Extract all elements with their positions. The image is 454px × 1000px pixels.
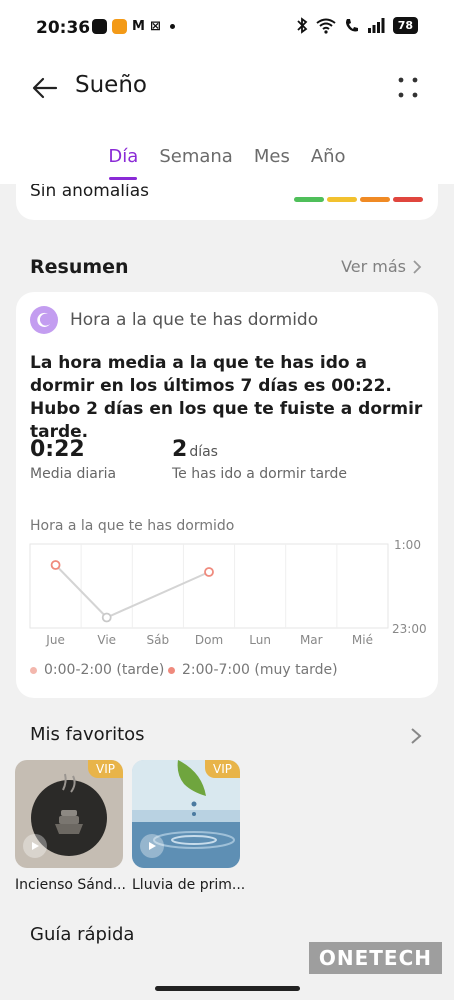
x-tick-label: Lun: [249, 633, 271, 647]
average-label: Media diaria: [30, 466, 117, 482]
data-point: [204, 567, 214, 577]
anomalies-card: Sin anomalías: [16, 184, 438, 220]
legend-late-label: 0:00-2:00 (tarde): [44, 662, 165, 678]
x-tick-label: Dom: [195, 633, 223, 647]
more-options-icon[interactable]: [394, 74, 422, 102]
status-indicators: 78: [296, 17, 418, 34]
x-tick-label: Vie: [97, 633, 116, 647]
data-point: [101, 612, 112, 623]
severity-bar-orange: [360, 197, 390, 202]
battery-icon: 78: [392, 17, 418, 34]
data-point: [50, 560, 61, 570]
x-tick-label: Sáb: [147, 633, 170, 647]
severity-bar-green: [294, 197, 324, 202]
call-icon: [345, 18, 358, 31]
favorite-rain-name[interactable]: Lluvia de prim...: [132, 877, 250, 893]
favorite-incense-tile[interactable]: VIP: [15, 760, 123, 868]
outlook-icon: ⊠: [149, 19, 161, 34]
x-tick-label: Mié: [352, 633, 373, 647]
chart-frame: [29, 543, 389, 629]
app-notification-icon: [112, 19, 127, 34]
vip-badge: VIP: [88, 760, 123, 778]
legend-very-late-dot: [168, 666, 175, 674]
tab-dia[interactable]: Día: [108, 146, 138, 172]
y-tick-label: 23:00: [392, 622, 427, 636]
legend-late: 0:00-2:00 (tarde): [30, 662, 164, 678]
scroll-content[interactable]: Sin anomalías Resumen Ver más Hora a la …: [0, 184, 454, 980]
watermark-logo: ONETECH: [308, 942, 442, 974]
legend-late-dot: [30, 666, 37, 674]
app-notification-icon: [92, 19, 107, 34]
more-notifications-icon: [169, 24, 175, 29]
late-days-value: 2: [172, 437, 188, 462]
see-more-link[interactable]: Ver más: [341, 257, 422, 276]
favorites-chevron-icon[interactable]: [408, 726, 424, 746]
x-tick-label: Jue: [45, 633, 65, 647]
status-bar: 20:36 M ⊠ 78: [0, 0, 454, 58]
favorite-rain-tile[interactable]: VIP: [132, 760, 240, 868]
status-time: 20:36: [36, 18, 91, 38]
page-title: Sueño: [75, 72, 147, 98]
play-icon[interactable]: [140, 834, 164, 858]
app-bar: Sueño: [0, 58, 454, 118]
period-tabs: Día Semana Mes Año: [0, 118, 454, 184]
quick-guide-heading: Guía rápida: [30, 924, 135, 945]
signal-icon: [367, 18, 385, 33]
legend-very-late: 2:00-7:00 (muy tarde): [168, 662, 338, 678]
legend-very-late-label: 2:00-7:00 (muy tarde): [182, 662, 338, 678]
severity-bar-yellow: [327, 197, 357, 202]
bedtime-card[interactable]: Hora a la que te has dormido La hora med…: [16, 292, 438, 698]
play-icon[interactable]: [23, 834, 47, 858]
tab-semana[interactable]: Semana: [159, 146, 233, 172]
bedtime-chart: 1:00 23:00 Jue Vie Sáb Dom Lun Mar Mié: [29, 538, 427, 647]
bluetooth-icon: [297, 17, 308, 34]
summary-heading: Resumen: [30, 256, 129, 278]
late-days-label: Te has ido a dormir tarde: [172, 466, 348, 482]
back-arrow-icon[interactable]: [30, 73, 60, 103]
x-tick-label: Mar: [300, 633, 323, 647]
late-days-stat: 2 días Te has ido a dormir tarde: [172, 437, 347, 482]
severity-bar-red: [393, 197, 423, 202]
tab-mes[interactable]: Mes: [254, 146, 290, 172]
card-description: La hora media a la que te has ido a dorm…: [30, 353, 423, 442]
see-more-label: Ver más: [341, 257, 406, 276]
navigation-bar: [0, 980, 454, 1000]
card-title: Hora a la que te has dormido: [70, 310, 319, 330]
average-stat: 0:22 Media diaria: [30, 437, 116, 482]
late-days-unit: días: [189, 444, 218, 460]
average-value: 0:22: [30, 437, 85, 462]
anomalies-text: Sin anomalías: [30, 184, 149, 201]
favorites-heading: Mis favoritos: [30, 724, 145, 745]
gmail-icon: M: [132, 19, 145, 34]
tab-ano[interactable]: Año: [311, 146, 346, 172]
favorite-incense-name[interactable]: Incienso Sánd...: [15, 877, 133, 893]
wifi-icon: [316, 18, 336, 34]
notification-icons: M ⊠: [92, 19, 175, 34]
y-tick-label: 1:00: [394, 538, 421, 552]
moon-icon: [30, 306, 58, 334]
vip-badge: VIP: [205, 760, 240, 778]
chevron-right-icon: [413, 259, 422, 274]
home-indicator[interactable]: [155, 986, 300, 991]
